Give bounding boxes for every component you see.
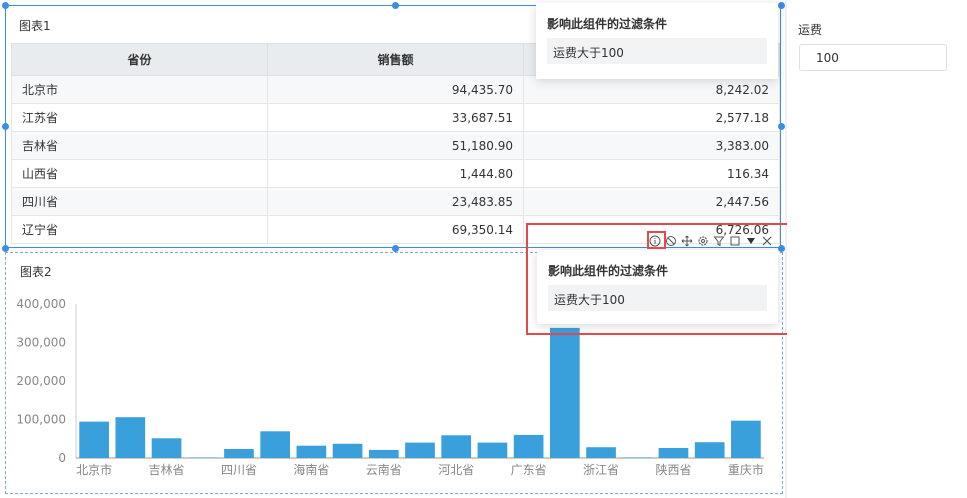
bar[interactable]: [332, 443, 363, 458]
x-tick-label: 陕西省: [655, 462, 691, 477]
bar[interactable]: [151, 438, 182, 458]
bar[interactable]: [658, 447, 689, 458]
bar[interactable]: [694, 442, 725, 458]
bar[interactable]: [477, 442, 508, 458]
y-tick-label: 300,000: [16, 336, 66, 350]
bar[interactable]: [296, 445, 327, 458]
bar[interactable]: [513, 434, 544, 458]
x-tick-label: 吉林省: [149, 463, 185, 477]
bar[interactable]: [187, 457, 218, 458]
y-tick-label: 0: [58, 451, 66, 465]
filter-popover-chart1: 影响此组件的过滤条件 运费大于100: [536, 3, 778, 79]
bar[interactable]: [549, 327, 580, 458]
y-tick-label: 100,000: [16, 413, 66, 427]
filter-condition: 运费大于100: [547, 38, 767, 64]
x-tick-label: 浙江省: [583, 463, 619, 477]
highlight-info-button: [647, 231, 666, 249]
y-tick-label: 200,000: [16, 374, 66, 388]
bar[interactable]: [405, 442, 435, 458]
bar[interactable]: [622, 457, 653, 458]
bar[interactable]: [731, 420, 761, 458]
x-tick-label: 海南省: [293, 462, 329, 477]
bar[interactable]: [368, 449, 399, 458]
freight-filter-input[interactable]: 100: [799, 44, 947, 71]
bar[interactable]: [79, 421, 109, 458]
bar[interactable]: [586, 447, 616, 458]
bar[interactable]: [115, 417, 146, 458]
y-tick-label: 400,000: [16, 297, 66, 311]
x-tick-label: 北京市: [76, 462, 112, 477]
x-tick-label: 广东省: [511, 463, 547, 477]
filter-panel: 运费 100: [787, 0, 967, 498]
x-tick-label: 重庆市: [728, 462, 764, 477]
bar[interactable]: [224, 448, 254, 458]
bar[interactable]: [260, 431, 291, 458]
popover-title: 影响此组件的过滤条件: [547, 17, 668, 31]
bar[interactable]: [441, 435, 472, 458]
filter-label: 运费: [798, 23, 823, 37]
x-tick-label: 河北省: [438, 463, 474, 477]
x-tick-label: 四川省: [221, 463, 257, 477]
x-tick-label: 云南省: [366, 462, 402, 477]
